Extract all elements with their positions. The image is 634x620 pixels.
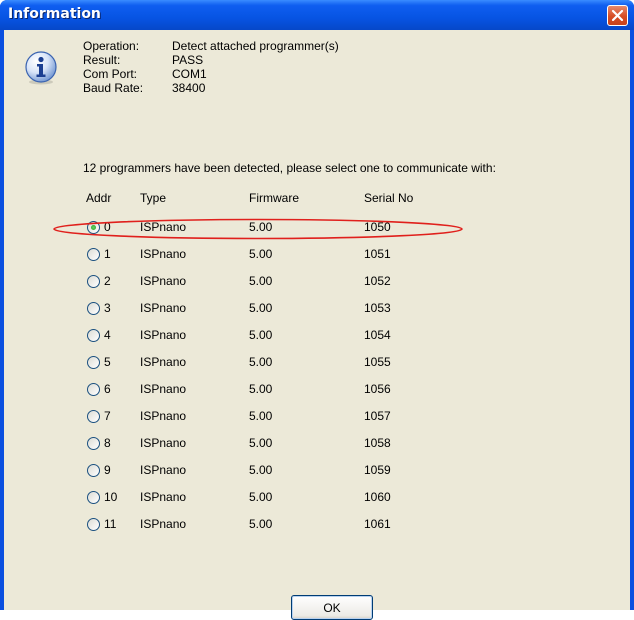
select-radio-button[interactable] <box>87 275 100 288</box>
row-type: ISPnano <box>140 382 187 396</box>
baud-rate-value: 38400 <box>172 81 206 95</box>
select-radio-button[interactable] <box>87 248 100 261</box>
row-firmware: 5.00 <box>249 436 273 450</box>
row-addr: 9 <box>104 463 111 477</box>
select-radio-button[interactable] <box>87 356 100 369</box>
column-header-firmware: Firmware <box>249 191 299 205</box>
row-serial: 1060 <box>364 490 391 504</box>
select-radio-button[interactable] <box>87 518 100 531</box>
row-addr: 6 <box>104 382 111 396</box>
dialog-body: Operation: Detect attached programmer(s)… <box>4 30 630 620</box>
result-label: Result: <box>83 53 121 67</box>
row-addr: 5 <box>104 355 111 369</box>
row-addr: 10 <box>104 490 118 504</box>
row-firmware: 5.00 <box>249 355 273 369</box>
dialog-window: Information Operation: Detect attached p… <box>0 0 634 620</box>
row-type: ISPnano <box>140 301 187 315</box>
row-firmware: 5.00 <box>249 463 273 477</box>
row-serial: 1051 <box>364 247 391 261</box>
select-radio-button[interactable] <box>87 302 100 315</box>
row-type: ISPnano <box>140 355 187 369</box>
row-serial: 1056 <box>364 382 391 396</box>
row-firmware: 5.00 <box>249 328 273 342</box>
baud-rate-label: Baud Rate: <box>83 81 144 95</box>
row-serial: 1052 <box>364 274 391 288</box>
operation-label: Operation: <box>83 39 140 53</box>
row-firmware: 5.00 <box>249 247 273 261</box>
column-header-addr: Addr <box>86 191 112 205</box>
row-serial: 1058 <box>364 436 391 450</box>
row-serial: 1054 <box>364 328 391 342</box>
row-firmware: 5.00 <box>249 409 273 423</box>
column-header-type: Type <box>140 191 167 205</box>
ok-button[interactable]: OK <box>291 595 373 620</box>
info-icon <box>25 51 57 85</box>
row-serial: 1055 <box>364 355 391 369</box>
close-button[interactable] <box>607 5 628 26</box>
row-firmware: 5.00 <box>249 301 273 315</box>
close-icon <box>611 9 624 22</box>
row-addr: 11 <box>104 517 117 531</box>
row-serial: 1061 <box>364 517 391 531</box>
row-addr: 4 <box>104 328 111 342</box>
row-firmware: 5.00 <box>249 382 273 396</box>
highlight-ellipse <box>53 218 463 240</box>
operation-value: Detect attached programmer(s) <box>172 39 339 53</box>
row-type: ISPnano <box>140 517 187 531</box>
detection-message: 12 programmers have been detected, pleas… <box>83 161 496 175</box>
select-radio-button[interactable] <box>87 329 100 342</box>
row-type: ISPnano <box>140 274 187 288</box>
select-radio-button[interactable] <box>87 383 100 396</box>
row-type: ISPnano <box>140 436 187 450</box>
row-serial: 1059 <box>364 463 391 477</box>
row-firmware: 5.00 <box>249 490 273 504</box>
row-type: ISPnano <box>140 490 187 504</box>
row-addr: 3 <box>104 301 111 315</box>
row-firmware: 5.00 <box>249 274 273 288</box>
row-serial: 1053 <box>364 301 391 315</box>
select-radio-button[interactable] <box>87 491 100 504</box>
row-type: ISPnano <box>140 247 187 261</box>
title-bar[interactable]: Information <box>0 0 634 30</box>
com-port-label: Com Port: <box>83 67 138 81</box>
row-addr: 7 <box>104 409 111 423</box>
select-radio-button[interactable] <box>87 410 100 423</box>
row-firmware: 5.00 <box>249 517 273 531</box>
com-port-value: COM1 <box>172 67 207 81</box>
result-value: PASS <box>172 53 204 67</box>
row-type: ISPnano <box>140 463 187 477</box>
row-addr: 1 <box>104 247 111 261</box>
row-type: ISPnano <box>140 409 187 423</box>
row-type: ISPnano <box>140 328 187 342</box>
row-addr: 8 <box>104 436 111 450</box>
row-addr: 2 <box>104 274 111 288</box>
row-serial: 1057 <box>364 409 391 423</box>
column-header-serial: Serial No <box>364 191 414 205</box>
window-title: Information <box>8 6 101 22</box>
select-radio-button[interactable] <box>87 464 100 477</box>
select-radio-button[interactable] <box>87 437 100 450</box>
